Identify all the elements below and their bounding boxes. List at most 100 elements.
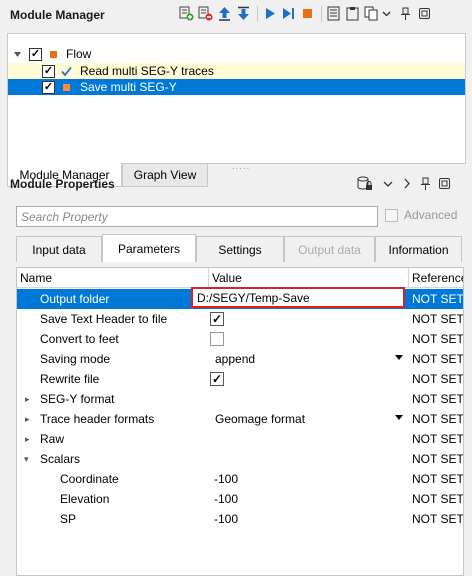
pin-icon[interactable] [397, 5, 414, 22]
toolbar-separator [257, 5, 258, 22]
property-reference: NOT SET [412, 332, 464, 346]
property-row-rewrite-file[interactable]: Rewrite file ✓ NOT SET [17, 369, 464, 389]
pin-icon[interactable] [417, 175, 434, 192]
collapse-arrow-icon[interactable]: ▾ [24, 449, 29, 469]
advanced-checkbox[interactable] [385, 208, 398, 222]
tree-item-label: Save multi SEG-Y [80, 80, 177, 94]
tree-item-label: Flow [66, 47, 92, 61]
property-reference: NOT SET [412, 492, 464, 506]
property-reference: NOT SET [412, 292, 464, 306]
column-header-value[interactable]: Value [209, 268, 409, 288]
property-name: Trace header formats [40, 412, 155, 426]
search-property-input[interactable]: Search Property [16, 206, 378, 227]
run-step-icon[interactable] [280, 5, 297, 22]
expand-arrow-icon[interactable]: ▸ [25, 389, 30, 409]
expand-arrow-icon[interactable]: ▸ [25, 409, 30, 429]
expand-arrow-icon[interactable] [12, 49, 22, 59]
maximize-icon[interactable] [416, 5, 433, 22]
property-reference: NOT SET [412, 432, 464, 446]
save-segy-checkbox[interactable]: ✓ [42, 80, 55, 94]
property-name: Save Text Header to file [40, 312, 168, 326]
property-row-raw[interactable]: ▸ Raw NOT SET [17, 429, 464, 449]
save-text-header-checkbox[interactable]: ✓ [210, 312, 224, 326]
property-reference: NOT SET [412, 412, 464, 426]
rewrite-file-checkbox[interactable]: ✓ [210, 372, 224, 386]
stop-icon[interactable] [299, 5, 316, 22]
property-reference: NOT SET [412, 312, 464, 326]
property-name: Scalars [40, 452, 81, 466]
dropdown-arrow-icon[interactable] [395, 415, 403, 420]
tree-item-flow[interactable]: ✓ Flow [8, 46, 465, 62]
property-row-trace-header-formats[interactable]: ▸ Trace header formats Geomage format NO… [17, 409, 464, 429]
move-down-icon[interactable] [235, 5, 252, 22]
property-reference: NOT SET [412, 392, 464, 406]
tab-parameters[interactable]: Parameters [102, 234, 196, 262]
move-up-icon[interactable] [216, 5, 233, 22]
maximize-icon[interactable] [436, 175, 453, 192]
property-reference: NOT SET [412, 512, 464, 526]
tab-information[interactable]: Information [375, 236, 462, 262]
property-reference: NOT SET [412, 352, 464, 366]
flow-square-icon [50, 50, 57, 58]
tree-item-label: Read multi SEG-Y traces [80, 64, 214, 78]
advanced-toggle[interactable]: Advanced [385, 208, 457, 222]
property-row-save-text-header[interactable]: Save Text Header to file ✓ NOT SET [17, 309, 464, 329]
property-reference: NOT SET [412, 452, 464, 466]
column-header-name[interactable]: Name [17, 268, 209, 288]
elevation-value[interactable]: -100 [214, 489, 238, 509]
property-row-segy-format[interactable]: ▸ SEG-Y format NOT SET [17, 389, 464, 409]
database-lock-icon[interactable] [356, 175, 373, 192]
copy-icon[interactable] [363, 5, 380, 22]
property-reference: NOT SET [412, 372, 464, 386]
check-mark-icon [61, 66, 72, 77]
property-name: Coordinate [60, 472, 119, 486]
tab-graph-view[interactable]: Graph View [122, 163, 208, 187]
property-row-convert-to-feet[interactable]: Convert to feet NOT SET [17, 329, 464, 349]
module-tree: ✓ Flow ✓ Read multi SEG-Y traces ✓ Save … [7, 33, 466, 164]
remove-module-icon[interactable] [197, 5, 214, 22]
property-name: SEG-Y format [40, 392, 115, 406]
property-row-elevation[interactable]: Elevation -100 NOT SET [17, 489, 464, 509]
tree-item-read-segy[interactable]: ✓ Read multi SEG-Y traces [8, 63, 465, 79]
saving-mode-select[interactable]: append [215, 349, 255, 369]
tab-input-data[interactable]: Input data [16, 236, 102, 262]
splitter-handle[interactable]: ····· [232, 164, 250, 173]
convert-to-feet-checkbox[interactable] [210, 332, 224, 346]
property-name: Saving mode [40, 352, 111, 366]
module-manager-toolbar [178, 5, 435, 22]
chevron-right-icon[interactable] [398, 175, 415, 192]
property-row-coordinate[interactable]: Coordinate -100 NOT SET [17, 469, 463, 489]
chevron-down-icon[interactable] [382, 5, 391, 22]
property-row-sp[interactable]: SP -100 NOT SET [17, 509, 464, 529]
module-properties-title: Module Properties [10, 177, 115, 191]
expand-arrow-icon[interactable]: ▸ [25, 429, 30, 449]
property-row-saving-mode[interactable]: Saving mode append NOT SET [17, 349, 464, 369]
column-header-reference[interactable]: Reference [409, 268, 463, 288]
tab-settings[interactable]: Settings [196, 236, 284, 262]
flow-checkbox[interactable]: ✓ [29, 47, 42, 61]
run-icon[interactable] [261, 5, 278, 22]
add-module-icon[interactable] [178, 5, 195, 22]
property-name: Convert to feet [40, 332, 119, 346]
toolbar-separator [321, 5, 322, 22]
output-folder-input[interactable]: D:/SEGY/Temp-Save [191, 287, 405, 308]
property-row-scalars[interactable]: ▾ Scalars NOT SET [17, 449, 464, 469]
read-segy-checkbox[interactable]: ✓ [42, 64, 55, 78]
module-manager-title: Module Manager [10, 8, 105, 22]
tab-output-data: Output data [284, 236, 375, 262]
coordinate-value[interactable]: -100 [214, 469, 238, 489]
list-icon[interactable] [325, 5, 342, 22]
grid-header: Name Value Reference [17, 268, 463, 288]
property-name: Output folder [40, 292, 110, 306]
sp-value[interactable]: -100 [214, 509, 238, 529]
tree-item-save-segy[interactable]: ✓ Save multi SEG-Y [8, 79, 465, 95]
module-square-icon [63, 83, 70, 91]
chevron-down-icon[interactable] [379, 175, 396, 192]
property-name: Rewrite file [40, 372, 100, 386]
dropdown-arrow-icon[interactable] [395, 355, 403, 360]
property-name: SP [60, 512, 77, 526]
property-grid: Name Value Reference Output folder NOT S… [16, 267, 464, 576]
trace-header-formats-select[interactable]: Geomage format [215, 409, 305, 429]
clipboard-icon[interactable] [344, 5, 361, 22]
module-properties-toolbar [356, 175, 455, 192]
